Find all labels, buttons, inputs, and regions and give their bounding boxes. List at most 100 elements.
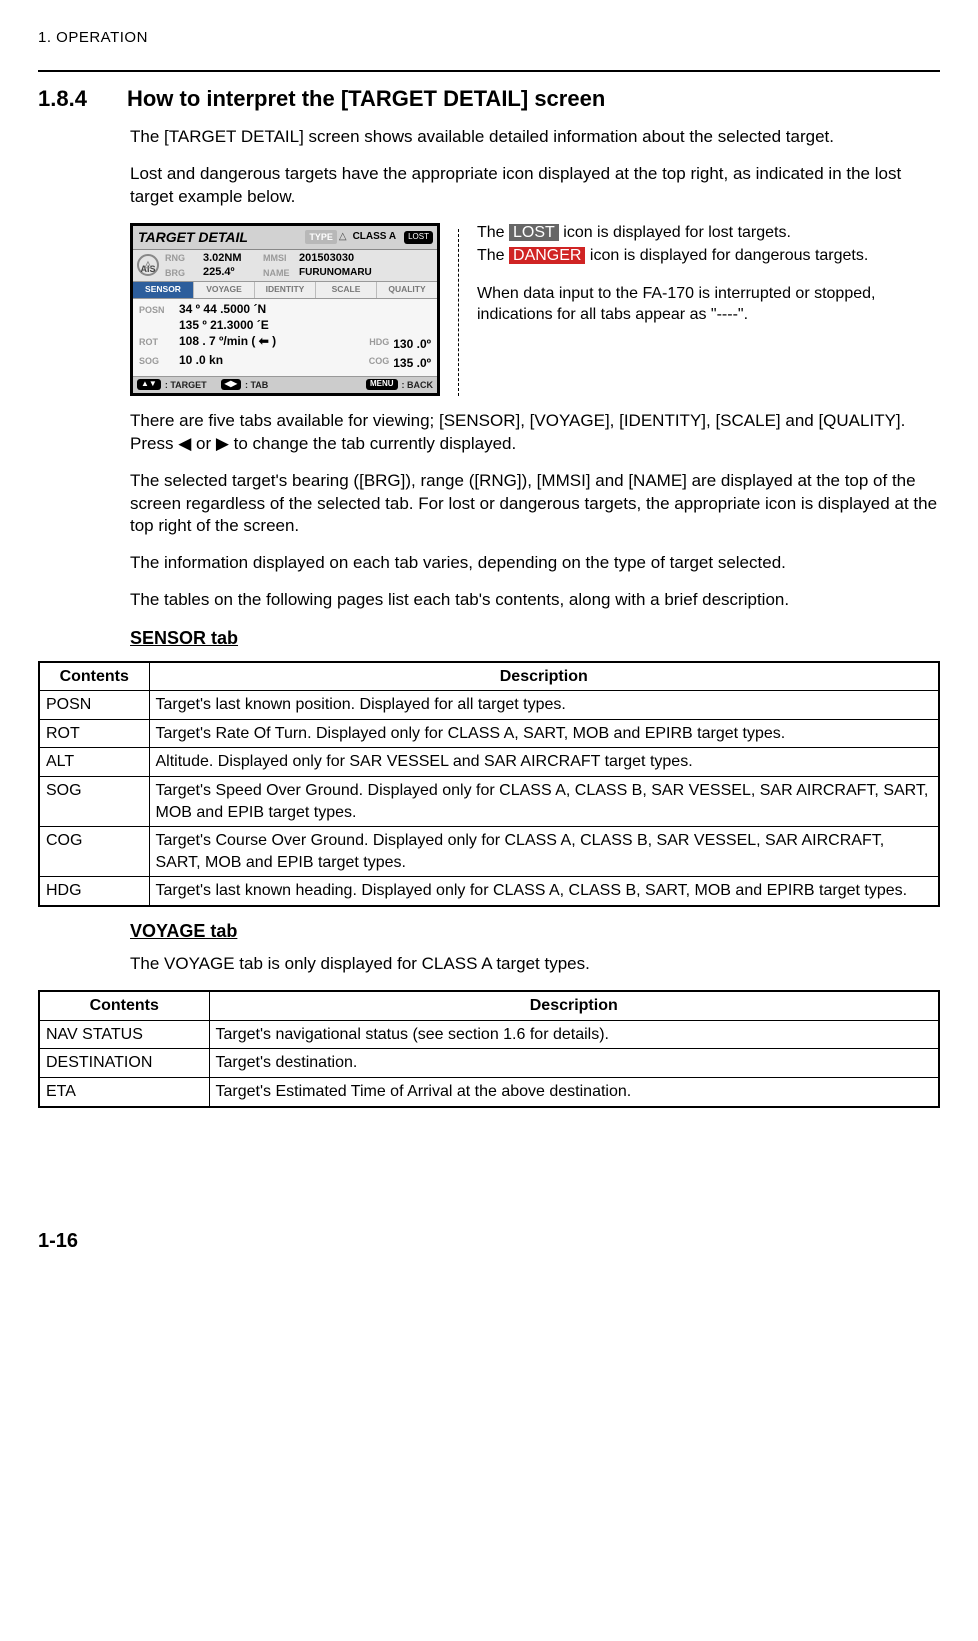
table-row: DESTINATIONTarget's destination.: [39, 1049, 939, 1078]
danger-inline-icon: DANGER: [509, 247, 585, 264]
cell: Target's last known position. Displayed …: [149, 691, 939, 720]
lost-pill: LOST: [404, 231, 433, 244]
hdg-val: 130 .0º: [393, 336, 431, 352]
p3b: or: [191, 434, 216, 453]
cell: POSN: [39, 691, 149, 720]
tab-quality[interactable]: QUALITY: [377, 282, 437, 297]
divider: [38, 70, 940, 72]
type-pill: TYPE: [305, 230, 337, 244]
table-row: HDGTarget's last known heading. Displaye…: [39, 877, 939, 906]
voyage-intro: The VOYAGE tab is only displayed for CLA…: [130, 953, 940, 976]
cell: ALT: [39, 748, 149, 777]
cell: Target's Speed Over Ground. Displayed on…: [149, 776, 939, 826]
th-description: Description: [209, 991, 939, 1020]
brg-val: 225.4º: [203, 265, 263, 280]
callout-lost: The LOST icon is displayed for lost targ…: [477, 223, 940, 244]
cell: Target's navigational status (see sectio…: [209, 1020, 939, 1049]
cell: Altitude. Displayed only for SAR VESSEL …: [149, 748, 939, 777]
tab-voyage[interactable]: VOYAGE: [194, 282, 255, 297]
table-header-row: Contents Description: [39, 991, 939, 1020]
sog-val: 10 .0 kn: [179, 352, 223, 368]
cell: NAV STATUS: [39, 1020, 209, 1049]
brg-key: BRG: [165, 267, 203, 279]
cell: HDG: [39, 877, 149, 906]
section-number: 1.8.4: [38, 84, 87, 114]
td-body: POSN 34 º 44 .5000 ´N 135 º 21.3000 ´E R…: [133, 299, 437, 376]
td-title: TARGET DETAIL: [133, 226, 253, 249]
th-contents: Contents: [39, 991, 209, 1020]
rng-val: 3.02NM: [203, 251, 263, 266]
cell: SOG: [39, 776, 149, 826]
figure-row: TARGET DETAIL TYPE △ CLASS A LOST △ AIS …: [130, 223, 940, 396]
co-text: icon is displayed for dangerous targets.: [585, 247, 868, 264]
triangle-icon: △: [145, 258, 152, 270]
cell: ROT: [39, 719, 149, 748]
para-4: The selected target's bearing ([BRG]), r…: [130, 470, 940, 539]
running-header: 1. OPERATION: [38, 28, 940, 48]
th-description: Description: [149, 662, 939, 691]
mmsi-key: MMSI: [263, 252, 299, 264]
sog-key: SOG: [139, 355, 173, 367]
class-label: CLASS A: [349, 230, 401, 244]
posn-val1: 34 º 44 .5000 ´N: [179, 301, 266, 317]
foot-tab: ◀▶ : TAB: [221, 379, 269, 391]
cell: Target's Estimated Time of Arrival at th…: [209, 1077, 939, 1106]
tab-sensor[interactable]: SENSOR: [133, 282, 194, 297]
body: The [TARGET DETAIL] screen shows availab…: [130, 126, 940, 612]
table-row: NAV STATUSTarget's navigational status (…: [39, 1020, 939, 1049]
updown-icon: ▲▼: [137, 379, 161, 390]
para-5: The information displayed on each tab va…: [130, 552, 940, 575]
foot-back: MENU : BACK: [366, 379, 433, 391]
co-text: icon is displayed for lost targets.: [559, 224, 791, 241]
tab-scale[interactable]: SCALE: [316, 282, 377, 297]
callout-leader: [458, 229, 459, 396]
foot-back-text: : BACK: [402, 379, 434, 391]
ais-icon: △ AIS: [137, 254, 159, 276]
cog-key: COG: [369, 355, 390, 371]
para-3: There are five tabs available for viewin…: [130, 410, 940, 456]
foot-target-text: : TARGET: [165, 379, 207, 391]
leftright-icon: ◀▶: [221, 379, 241, 390]
cell: Target's Course Over Ground. Displayed o…: [149, 827, 939, 877]
page-number: 1-16: [38, 1228, 940, 1255]
callout-danger: The DANGER icon is displayed for dangero…: [477, 246, 940, 267]
th-contents: Contents: [39, 662, 149, 691]
para-1: The [TARGET DETAIL] screen shows availab…: [130, 126, 940, 149]
rot-key: ROT: [139, 336, 173, 348]
callouts: The LOST icon is displayed for lost targ…: [477, 223, 940, 328]
name-val: FURUNOMARU: [299, 266, 433, 280]
cell: DESTINATION: [39, 1049, 209, 1078]
cell: Target's Rate Of Turn. Displayed only fo…: [149, 719, 939, 748]
voyage-table: Contents Description NAV STATUSTarget's …: [38, 990, 940, 1107]
callout-interrupt: When data input to the FA-170 is interru…: [477, 284, 940, 326]
co-text: The: [477, 247, 509, 264]
para-2: Lost and dangerous targets have the appr…: [130, 163, 940, 209]
cell: Target's destination.: [209, 1049, 939, 1078]
rot-val: 108 . 7 º/min ( ⬅ ): [179, 333, 276, 349]
cog-val: 135 .0º: [393, 355, 431, 371]
name-key: NAME: [263, 267, 299, 279]
posn-key: POSN: [139, 304, 173, 316]
table-row: ROTTarget's Rate Of Turn. Displayed only…: [39, 719, 939, 748]
class-triangle-icon: △: [337, 230, 349, 244]
hdg-key: HDG: [369, 336, 389, 352]
sensor-subhead: SENSOR tab: [130, 626, 940, 650]
mmsi-val: 201503030: [299, 251, 433, 266]
cell: Target's last known heading. Displayed o…: [149, 877, 939, 906]
table-row: ALTAltitude. Displayed only for SAR VESS…: [39, 748, 939, 777]
sensor-table: Contents Description POSNTarget's last k…: [38, 661, 940, 907]
p3c: to change the tab currently displayed.: [229, 434, 516, 453]
co-text: The: [477, 224, 509, 241]
left-triangle-icon: ◀: [178, 434, 191, 453]
tab-identity[interactable]: IDENTITY: [255, 282, 316, 297]
table-header-row: Contents Description: [39, 662, 939, 691]
td-info: △ AIS RNG 3.02NM MMSI 201503030 BRG 225.…: [133, 250, 437, 282]
para-6: The tables on the following pages list e…: [130, 589, 940, 612]
section-heading: 1.8.4 How to interpret the [TARGET DETAI…: [38, 84, 940, 114]
target-detail-screen: TARGET DETAIL TYPE △ CLASS A LOST △ AIS …: [130, 223, 440, 396]
foot-tab-text: : TAB: [245, 379, 268, 391]
menu-key-icon: MENU: [366, 379, 398, 390]
section-title: How to interpret the [TARGET DETAIL] scr…: [127, 84, 605, 114]
table-row: SOGTarget's Speed Over Ground. Displayed…: [39, 776, 939, 826]
table-row: POSNTarget's last known position. Displa…: [39, 691, 939, 720]
